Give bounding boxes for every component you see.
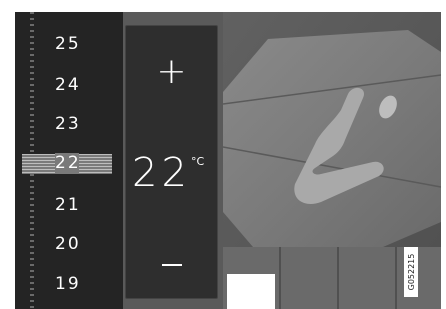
illustration-code: G052215 (404, 247, 418, 297)
decrease-temperature-button[interactable] (126, 236, 217, 292)
scale-selected-marker[interactable]: 22 (22, 153, 112, 174)
tile-2[interactable] (281, 247, 339, 309)
temperature-unit: °C (191, 155, 205, 168)
climate-screen: 25 24 23 22 21 20 19 + 22 °C (15, 12, 441, 309)
scale-label-19[interactable]: 19 (55, 274, 91, 294)
scale-label-24[interactable]: 24 (55, 75, 91, 95)
white-shape (227, 274, 275, 309)
temperature-scale[interactable]: 25 24 23 22 21 20 19 (15, 12, 123, 309)
scale-label-23[interactable]: 23 (55, 114, 91, 134)
scale-selected-label: 22 (55, 153, 81, 173)
illustration-code-text: G052215 (407, 253, 416, 291)
scale-label-21[interactable]: 21 (55, 195, 91, 215)
minus-icon (162, 264, 182, 266)
temperature-display: 22 (132, 150, 191, 196)
increase-temperature-button[interactable]: + (126, 44, 217, 100)
scale-label-20[interactable]: 20 (55, 234, 91, 254)
temperature-control-panel: + 22 °C (125, 25, 218, 299)
scale-label-25[interactable]: 25 (55, 34, 91, 54)
tile-3[interactable] (339, 247, 397, 309)
